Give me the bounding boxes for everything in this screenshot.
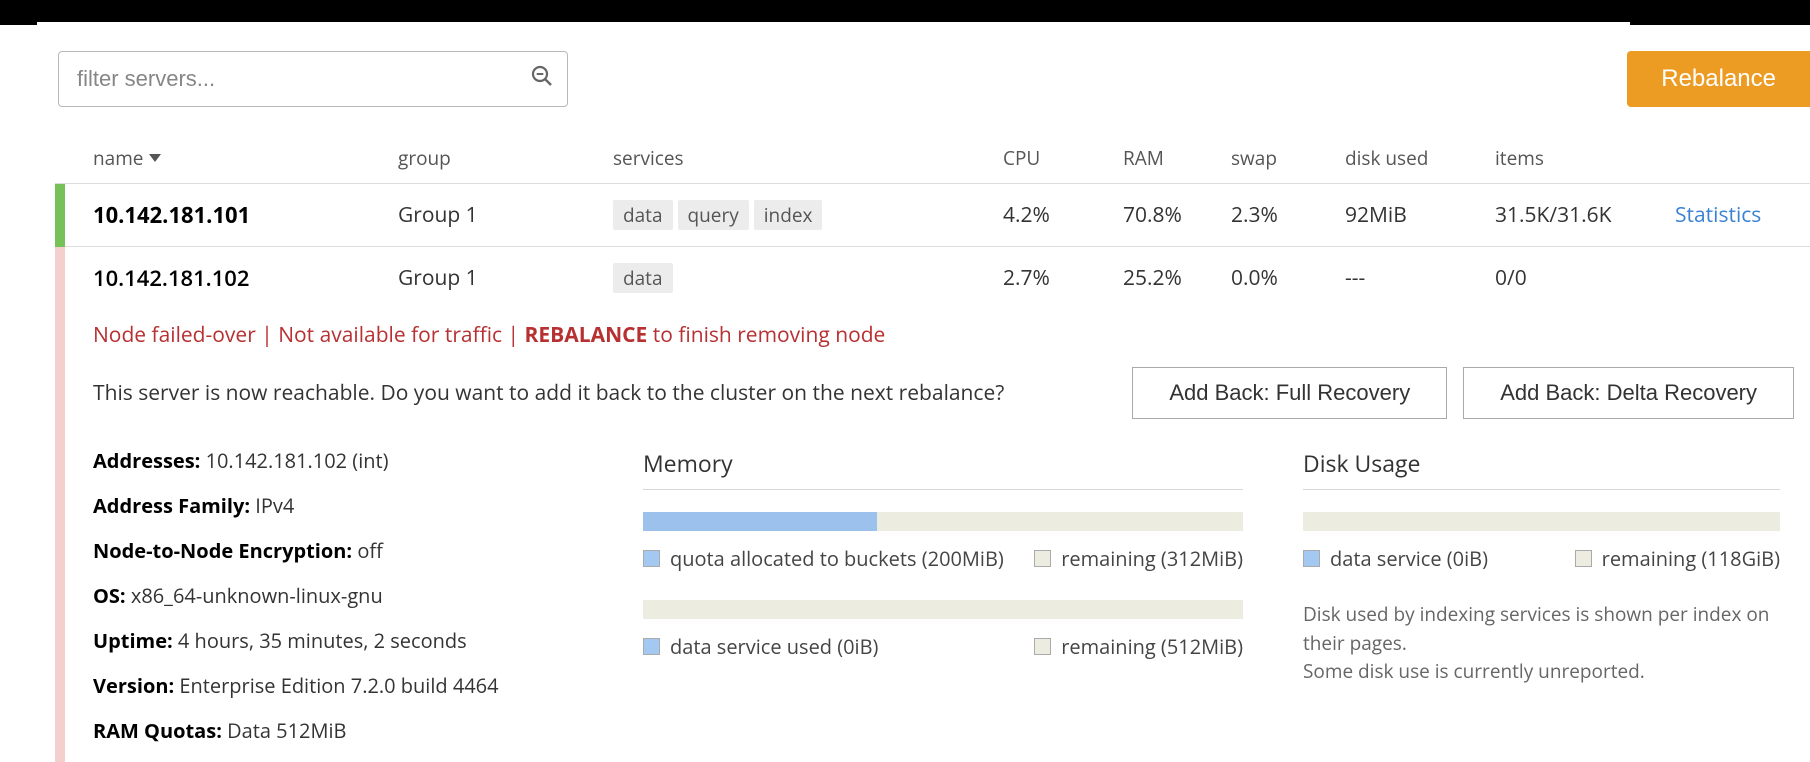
server-name: 10.142.181.102 xyxy=(93,263,398,293)
column-swap[interactable]: swap xyxy=(1231,145,1345,171)
server-swap: 2.3% xyxy=(1231,201,1345,229)
add-back-delta-button[interactable]: Add Back: Delta Recovery xyxy=(1463,367,1794,419)
os-label: OS: xyxy=(93,582,126,609)
version-value: Enterprise Edition 7.2.0 build 4464 xyxy=(179,672,498,699)
server-cpu: 4.2% xyxy=(1003,201,1123,229)
column-group[interactable]: group xyxy=(398,145,613,171)
memory-used-label: data service used (0iB) xyxy=(670,633,878,660)
status-bar-failed xyxy=(55,247,65,310)
server-swap: 0.0% xyxy=(1231,264,1345,292)
column-services[interactable]: services xyxy=(613,145,1003,171)
server-row[interactable]: 10.142.181.101 Group 1 data query index … xyxy=(55,183,1810,246)
memory-panel: Memory quota allocated to buckets (200Mi… xyxy=(643,447,1243,762)
column-items[interactable]: items xyxy=(1495,145,1675,171)
encryption-value: off xyxy=(357,537,383,564)
version-label: Version: xyxy=(93,672,174,699)
addresses-label: Addresses: xyxy=(93,447,200,474)
addresses-value: 10.142.181.102 (int) xyxy=(206,447,389,474)
disk-title: Disk Usage xyxy=(1303,447,1780,490)
status-bar-healthy xyxy=(55,184,65,247)
server-name: 10.142.181.101 xyxy=(93,200,398,230)
column-cpu[interactable]: CPU xyxy=(1003,145,1123,171)
memory-gauge-quota-fill xyxy=(643,512,877,531)
server-group: Group 1 xyxy=(398,201,613,229)
encryption-label: Node-to-Node Encryption: xyxy=(93,537,352,564)
ramquota-label: RAM Quotas: xyxy=(93,717,222,744)
service-tag: data xyxy=(613,263,673,293)
failover-status-text: Node failed-over | Not available for tra… xyxy=(93,321,525,349)
service-tag: data xyxy=(613,200,673,230)
disk-panel: Disk Usage data service (0iB) remaining … xyxy=(1303,447,1810,762)
swatch-beige xyxy=(1575,550,1592,567)
failover-status: Node failed-over | Not available for tra… xyxy=(93,321,1810,349)
ramquota-value: Data 512MiB xyxy=(227,717,346,744)
disk-used-label: data service (0iB) xyxy=(1330,545,1488,572)
addback-prompt: This server is now reachable. Do you wan… xyxy=(93,379,1004,407)
column-disk[interactable]: disk used xyxy=(1345,145,1495,171)
disk-note-2: Some disk use is currently unreported. xyxy=(1303,658,1645,684)
addrfam-label: Address Family: xyxy=(93,492,250,519)
failover-status-suffix: to finish removing node xyxy=(647,321,885,349)
service-tag: query xyxy=(678,200,749,230)
node-info-panel: Addresses: 10.142.181.102 (int) Address … xyxy=(93,447,583,762)
column-name-label: name xyxy=(93,145,143,171)
rebalance-button[interactable]: Rebalance xyxy=(1627,51,1810,107)
memory-gauge-used xyxy=(643,600,1243,619)
server-disk: 92MiB xyxy=(1345,201,1495,229)
os-value: x86_64-unknown-linux-gnu xyxy=(131,582,383,609)
server-group: Group 1 xyxy=(398,264,613,292)
server-services: data xyxy=(613,263,1003,293)
disk-remaining-label: remaining (118GiB) xyxy=(1602,545,1780,572)
memory-title: Memory xyxy=(643,447,1243,490)
memory-quota-label: quota allocated to buckets (200MiB) xyxy=(670,545,1004,572)
table-header: name group services CPU RAM swap disk us… xyxy=(55,133,1810,183)
add-back-full-button[interactable]: Add Back: Full Recovery xyxy=(1132,367,1447,419)
server-items: 0/0 xyxy=(1495,264,1675,292)
failover-status-strong: REBALANCE xyxy=(525,321,648,349)
server-ram: 25.2% xyxy=(1123,264,1231,292)
uptime-label: Uptime: xyxy=(93,627,173,654)
server-row[interactable]: 10.142.181.102 Group 1 data 2.7% 25.2% 0… xyxy=(55,246,1810,309)
search-minus-icon[interactable] xyxy=(530,64,554,94)
uptime-value: 4 hours, 35 minutes, 2 seconds xyxy=(178,627,467,654)
memory-gauge-quota xyxy=(643,512,1243,531)
swatch-beige xyxy=(1034,638,1051,655)
disk-note-1: Disk used by indexing services is shown … xyxy=(1303,601,1769,656)
server-cpu: 2.7% xyxy=(1003,264,1123,292)
disk-gauge xyxy=(1303,512,1780,531)
swatch-blue xyxy=(1303,550,1320,567)
disk-note: Disk used by indexing services is shown … xyxy=(1303,600,1780,686)
server-services: data query index xyxy=(613,200,1003,230)
service-tag: index xyxy=(754,200,823,230)
server-items: 31.5K/31.6K xyxy=(1495,201,1675,229)
memory-remaining2-label: remaining (512MiB) xyxy=(1061,633,1243,660)
addrfam-value: IPv4 xyxy=(255,492,294,519)
swatch-beige xyxy=(1034,550,1051,567)
swatch-blue xyxy=(643,550,660,567)
server-disk: --- xyxy=(1345,264,1495,292)
sort-down-icon xyxy=(149,154,161,162)
column-ram[interactable]: RAM xyxy=(1123,145,1231,171)
swatch-blue xyxy=(643,638,660,655)
filter-servers-input[interactable] xyxy=(58,51,568,107)
server-ram: 70.8% xyxy=(1123,201,1231,229)
statistics-link[interactable]: Statistics xyxy=(1675,201,1761,229)
memory-remaining-label: remaining (312MiB) xyxy=(1061,545,1243,572)
toolbar: Rebalance xyxy=(55,25,1810,133)
column-name[interactable]: name xyxy=(93,145,398,171)
status-bar-failed xyxy=(55,309,65,762)
